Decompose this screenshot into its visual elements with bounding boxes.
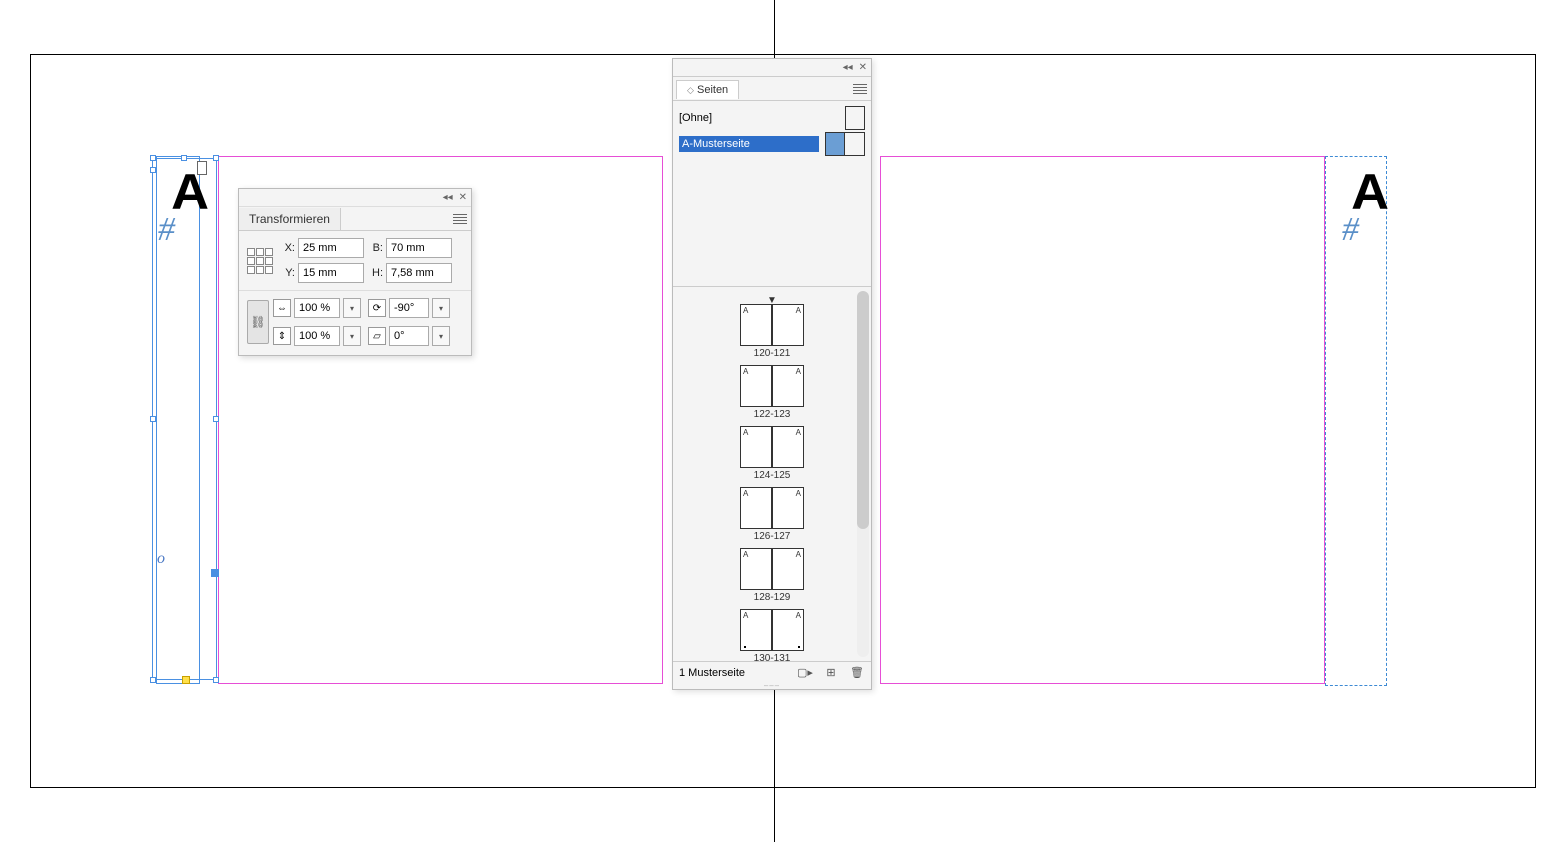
master-a-label: A-Musterseite — [679, 136, 819, 152]
collapse-icon[interactable]: ◂◂ — [443, 192, 453, 203]
panel-menu-button[interactable] — [449, 208, 471, 230]
master-a-thumb[interactable] — [825, 132, 865, 156]
reference-point-grid[interactable] — [247, 248, 273, 274]
spread-thumbnail[interactable]: AA — [740, 548, 804, 590]
tab-pages-label: Seiten — [697, 84, 728, 96]
spread-thumbnail[interactable]: AA — [740, 304, 804, 346]
x-input[interactable] — [298, 238, 364, 258]
scale-x-input[interactable] — [294, 298, 340, 318]
page-spread[interactable]: AA 122-123 — [740, 365, 804, 420]
selection-handle[interactable] — [213, 155, 219, 161]
transform-panel[interactable]: ◂◂ ✕ Transformieren X: B: Y: — [238, 188, 472, 356]
scale-y-dropdown[interactable]: ▾ — [343, 326, 361, 346]
master-none-label: [Ohne] — [679, 112, 839, 124]
page-right[interactable] — [880, 156, 1325, 684]
shear-dropdown[interactable]: ▾ — [432, 326, 450, 346]
spread-label: 124-125 — [754, 470, 791, 481]
scale-y-input[interactable] — [294, 326, 340, 346]
rotate-input[interactable] — [389, 298, 429, 318]
section-marker: o — [157, 550, 165, 568]
page-spread[interactable]: ▼AA120-121 — [740, 295, 804, 359]
page-number-marker-left: # — [158, 211, 175, 249]
panel-resizer[interactable]: ┉┉┉ — [673, 683, 871, 689]
scale-x-dropdown[interactable]: ▾ — [343, 298, 361, 318]
page-spread[interactable]: AA 130-131 — [740, 609, 804, 661]
spread-thumbnail[interactable]: AA — [740, 609, 804, 651]
tab-transform[interactable]: Transformieren — [239, 208, 341, 230]
spread-label: 128-129 — [754, 592, 791, 603]
page-letter-left: A — [171, 163, 209, 221]
yellow-control-handle[interactable] — [182, 676, 190, 684]
rotate-dropdown[interactable]: ▾ — [432, 298, 450, 318]
selection-handle[interactable] — [150, 416, 156, 422]
new-page-button[interactable]: ⊞ — [823, 665, 839, 681]
page-spread[interactable]: AA 126-127 — [740, 487, 804, 542]
page-number-marker-right: # — [1342, 211, 1359, 249]
selection-handle[interactable] — [150, 155, 156, 161]
w-input[interactable] — [386, 238, 452, 258]
page-spread[interactable]: AA 128-129 — [740, 548, 804, 603]
spread-thumbnail[interactable]: AA — [740, 365, 804, 407]
selection-handle[interactable] — [181, 155, 187, 161]
rotate-icon: ⟳ — [368, 299, 386, 317]
selection-handle[interactable] — [213, 677, 219, 683]
spread-label: 120-121 — [754, 348, 791, 359]
scale-y-icon: ⇕ — [273, 327, 291, 345]
y-input[interactable] — [298, 263, 364, 283]
y-label: Y: — [279, 267, 295, 279]
x-label: X: — [279, 242, 295, 254]
master-none-thumb[interactable] — [845, 106, 865, 130]
collapse-icon[interactable]: ◂◂ — [843, 62, 853, 73]
spread-label: 130-131 — [754, 653, 791, 661]
edit-page-size-button[interactable]: ▢▸ — [797, 665, 813, 681]
in-port[interactable] — [150, 167, 156, 173]
spread-thumbnail[interactable]: AA — [740, 426, 804, 468]
masters-section: [Ohne] A-Musterseite — [673, 101, 871, 287]
selection-handle[interactable] — [150, 677, 156, 683]
page-spread[interactable]: AA 124-125 — [740, 426, 804, 481]
h-input[interactable] — [386, 263, 452, 283]
spread-label: 122-123 — [754, 409, 791, 420]
master-a-row[interactable]: A-Musterseite — [679, 131, 865, 157]
master-none-row[interactable]: [Ohne] — [679, 105, 865, 131]
constrain-proportions-button[interactable]: ⛓ — [247, 300, 269, 344]
out-port[interactable] — [211, 569, 219, 577]
selection-handle[interactable] — [213, 416, 219, 422]
pages-panel[interactable]: ◂◂ ✕ ◇ Seiten [Ohne] A-Musterseite ▼AA12… — [672, 58, 872, 690]
scrollbar[interactable] — [857, 291, 869, 657]
shear-icon: ▱ — [368, 327, 386, 345]
scrollbar-thumb[interactable] — [857, 291, 869, 529]
w-label: B: — [367, 242, 383, 254]
tab-pages[interactable]: ◇ Seiten — [676, 80, 739, 99]
pages-scroll-area[interactable]: ▼AA120-121AA122-123AA124-125AA126-127AA1… — [673, 287, 871, 661]
scale-x-icon: ⇔ — [273, 299, 291, 317]
pages-footer-label: 1 Musterseite — [679, 667, 745, 679]
shear-input[interactable] — [389, 326, 429, 346]
close-icon[interactable]: ✕ — [859, 62, 867, 73]
spread-thumbnail[interactable]: AA — [740, 487, 804, 529]
panel-menu-button[interactable] — [849, 78, 871, 100]
spread-label: 126-127 — [754, 531, 791, 542]
delete-page-button[interactable]: 🗑 — [849, 665, 865, 681]
close-icon[interactable]: ✕ — [459, 192, 467, 203]
h-label: H: — [367, 267, 383, 279]
